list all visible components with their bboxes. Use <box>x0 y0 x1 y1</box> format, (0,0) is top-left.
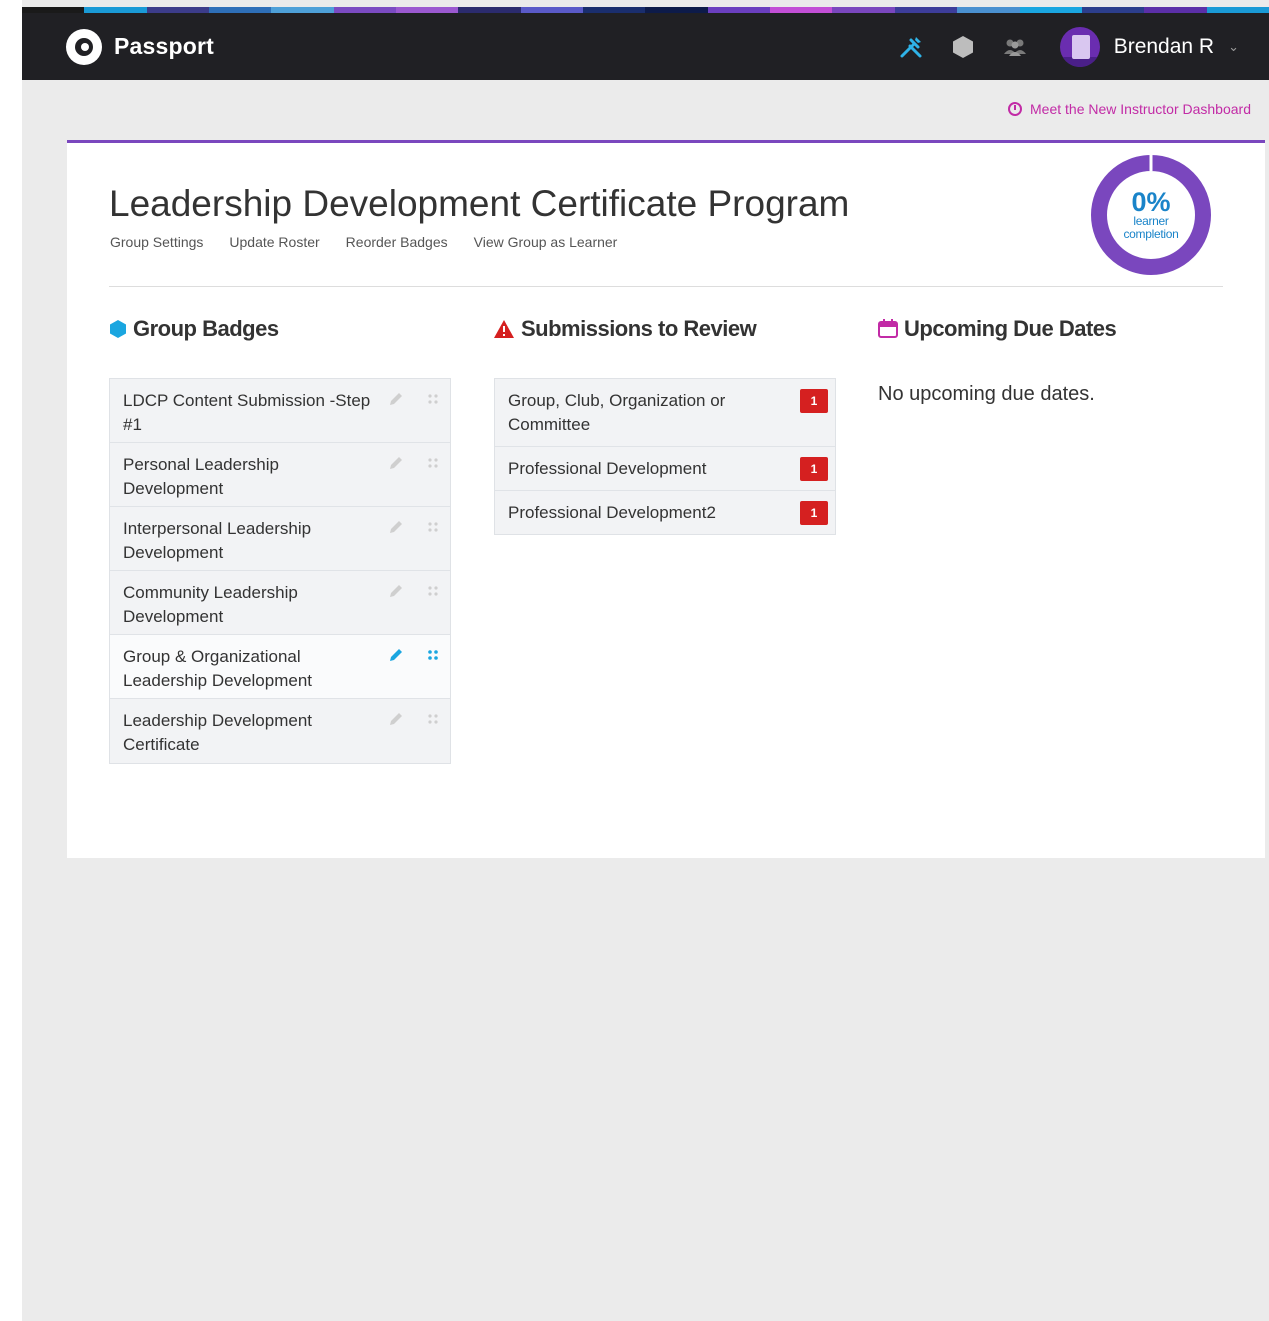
calendar-icon <box>878 319 898 339</box>
submission-label: Group, Club, Organization or Committee <box>508 391 726 434</box>
group-actions: Group Settings Update Roster Reorder Bad… <box>110 234 643 250</box>
submission-count-badge: 1 <box>800 457 828 481</box>
group-badges-list: LDCP Content Submission -Step #1 Persona… <box>109 378 451 764</box>
section-divider <box>109 286 1223 287</box>
tools-icon[interactable] <box>896 32 926 62</box>
group-people-icon[interactable] <box>1000 32 1030 62</box>
pencil-icon[interactable] <box>388 583 404 599</box>
reorder-badges-link[interactable]: Reorder Badges <box>346 234 448 250</box>
badge-item[interactable]: Leadership Development Certificate <box>110 699 450 763</box>
no-due-dates-message: No upcoming due dates. <box>878 383 1095 405</box>
due-dates-title: Upcoming Due Dates <box>904 316 1117 341</box>
passport-logo-icon <box>66 28 102 65</box>
app-name: Passport <box>114 33 215 59</box>
badge-label: Community Leadership Development <box>123 583 298 626</box>
pencil-icon[interactable] <box>388 519 404 535</box>
top-navigation-bar: Passport Brendan R ⌄ <box>22 13 1269 80</box>
completion-percent: 0% <box>1131 187 1171 217</box>
drag-handle-icon[interactable] <box>427 521 439 533</box>
clock-icon <box>1008 102 1022 116</box>
badge-hexagon-icon <box>109 319 127 339</box>
drag-handle-icon[interactable] <box>427 393 439 405</box>
passport-logo[interactable]: Passport <box>66 28 215 65</box>
badge-label: LDCP Content Submission -Step #1 <box>123 391 371 434</box>
submission-count-badge: 1 <box>800 501 828 525</box>
group-panel: Leadership Development Certificate Progr… <box>67 140 1265 858</box>
pencil-icon[interactable] <box>388 711 404 727</box>
badge-item[interactable]: Community Leadership Development <box>110 571 450 635</box>
badge-label: Leadership Development Certificate <box>123 711 313 754</box>
user-name[interactable]: Brendan R <box>1114 35 1214 59</box>
badge-label: Personal Leadership Development <box>123 455 279 498</box>
badge-hexagon-icon[interactable] <box>948 32 978 62</box>
completion-label-line2: completion <box>1123 227 1179 241</box>
submissions-heading: Submissions to Review <box>493 316 757 342</box>
submissions-title: Submissions to Review <box>521 316 757 341</box>
group-settings-link[interactable]: Group Settings <box>110 234 203 250</box>
pencil-icon[interactable] <box>388 455 404 471</box>
submission-count-badge: 1 <box>800 389 828 413</box>
submissions-list: Group, Club, Organization or Committee 1… <box>494 378 836 535</box>
update-roster-link[interactable]: Update Roster <box>229 234 319 250</box>
view-as-learner-link[interactable]: View Group as Learner <box>474 234 618 250</box>
submission-item[interactable]: Group, Club, Organization or Committee 1 <box>495 379 835 447</box>
pencil-icon[interactable] <box>388 391 404 407</box>
drag-handle-icon[interactable] <box>427 649 439 661</box>
user-avatar[interactable] <box>1059 26 1100 67</box>
badge-item[interactable]: LDCP Content Submission -Step #1 <box>110 379 450 443</box>
submission-item[interactable]: Professional Development 1 <box>495 447 835 491</box>
due-dates-heading: Upcoming Due Dates <box>878 316 1117 342</box>
badge-item-active[interactable]: Group & Organizational Leadership Develo… <box>110 635 450 699</box>
badge-item[interactable]: Interpersonal Leadership Development <box>110 507 450 571</box>
submission-label: Professional Development2 <box>508 503 716 522</box>
instructor-dashboard-link-label: Meet the New Instructor Dashboard <box>1030 101 1251 117</box>
header-actions: Brendan R ⌄ <box>874 13 1269 80</box>
completion-readout: 0% learner completion <box>1089 153 1213 277</box>
warning-icon <box>493 319 515 339</box>
page-title: Leadership Development Certificate Progr… <box>109 183 850 224</box>
submission-label: Professional Development <box>508 459 707 478</box>
chevron-down-icon[interactable]: ⌄ <box>1228 39 1239 55</box>
drag-handle-icon[interactable] <box>427 585 439 597</box>
badge-label: Interpersonal Leadership Development <box>123 519 312 562</box>
drag-handle-icon[interactable] <box>427 713 439 725</box>
pencil-icon[interactable] <box>388 647 404 663</box>
badge-item[interactable]: Personal Leadership Development <box>110 443 450 507</box>
submission-item[interactable]: Professional Development2 1 <box>495 491 835 534</box>
instructor-dashboard-link[interactable]: Meet the New Instructor Dashboard <box>1008 101 1251 117</box>
drag-handle-icon[interactable] <box>427 457 439 469</box>
group-badges-heading: Group Badges <box>109 316 279 342</box>
group-badges-title: Group Badges <box>133 316 279 341</box>
badge-label: Group & Organizational Leadership Develo… <box>123 647 313 690</box>
